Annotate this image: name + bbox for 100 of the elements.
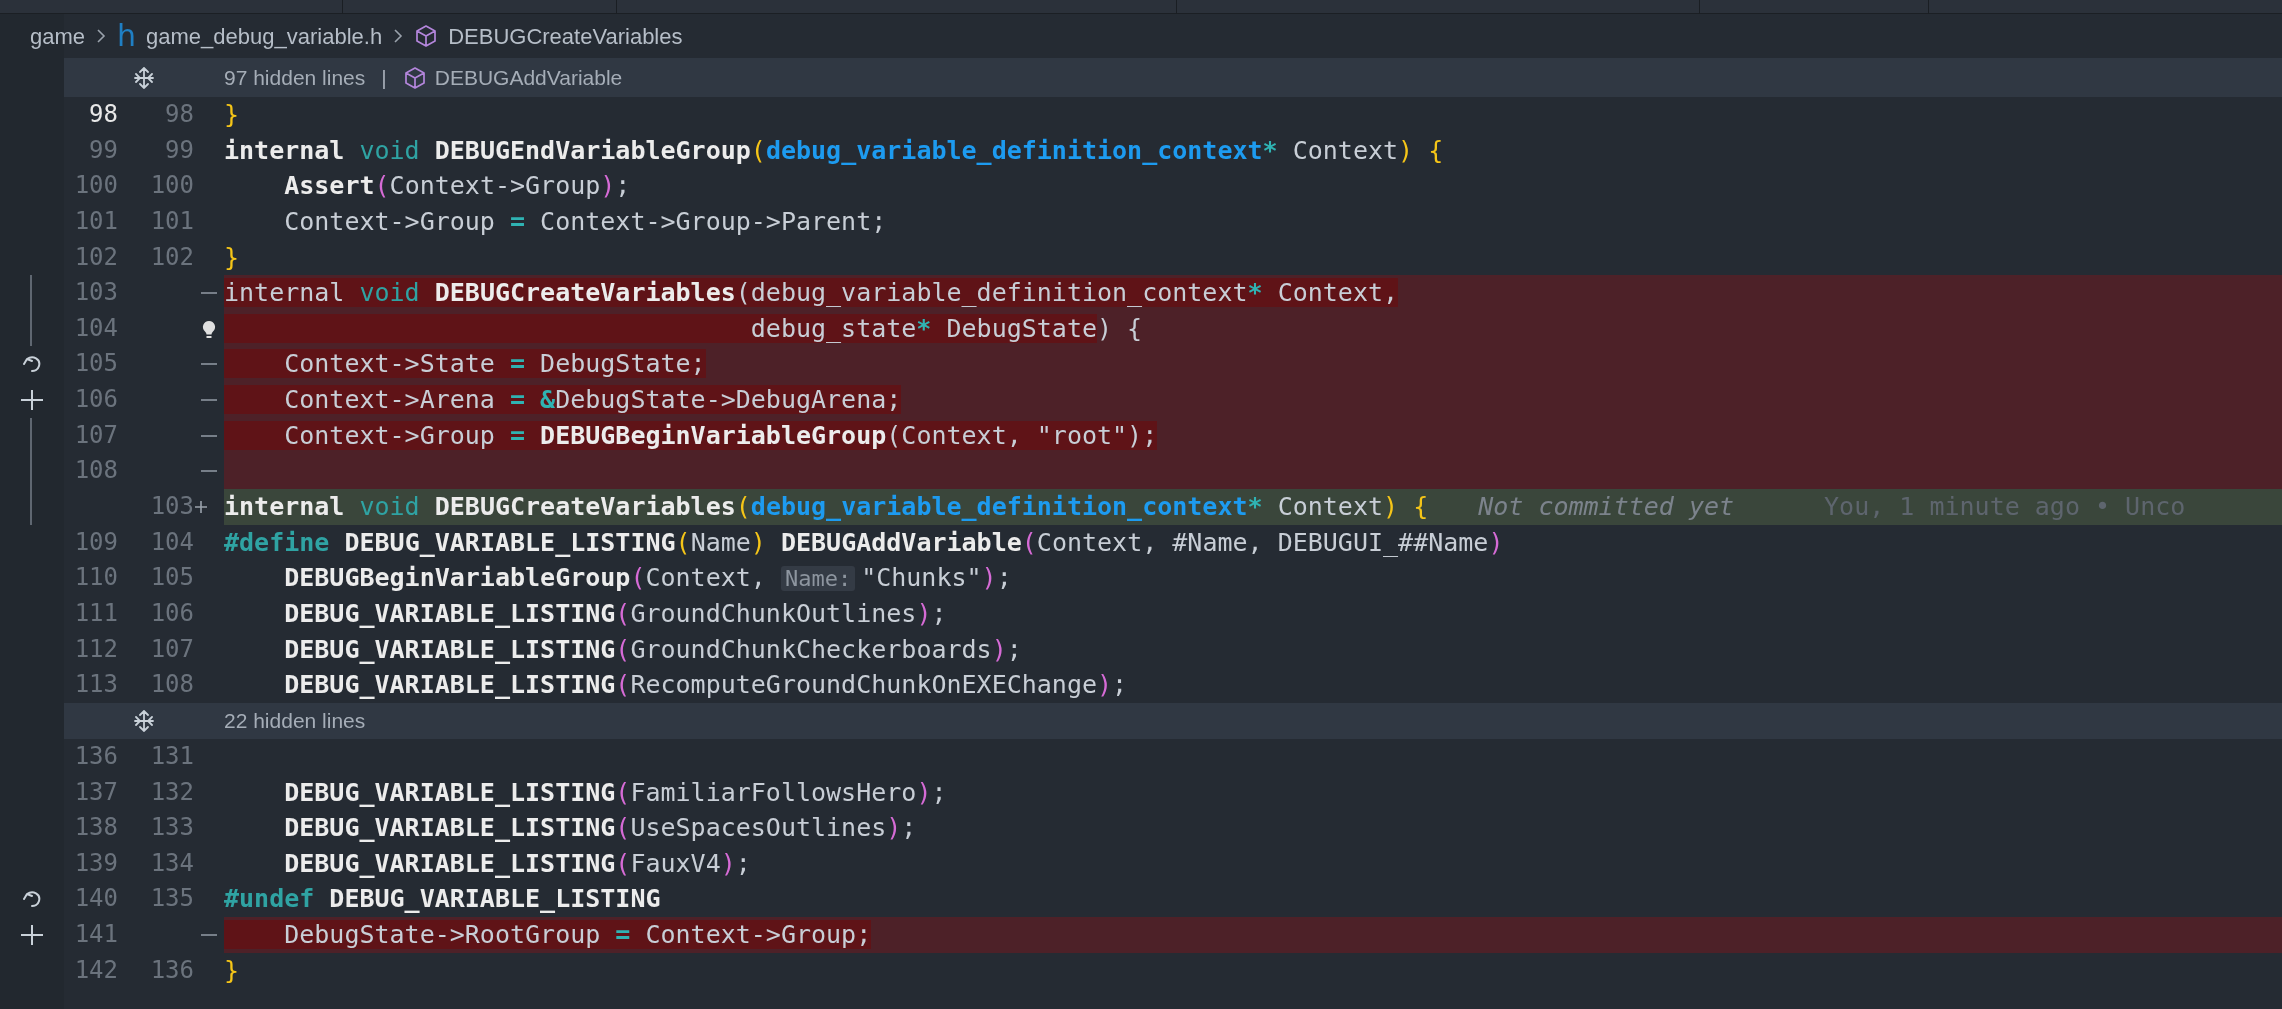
code-text: (debug_variable_definition_context [735,278,1248,308]
code-text: ; [615,171,631,201]
code-text: DebugState; [525,349,706,379]
code-text: ; [901,813,917,843]
operator: * [916,313,932,343]
line-number: 106 [149,597,194,629]
line-number: 135 [149,883,194,915]
minus-icon [200,397,218,402]
code-text: DebugState->DebugArena; [555,385,902,415]
line-number: 105 [149,562,194,594]
hidden-lines-link[interactable]: 97 hidden lines [224,61,366,94]
keyword: void [359,492,421,522]
function-name: DEBUG_VARIABLE_LISTING [283,848,616,878]
plus-icon[interactable] [20,923,44,946]
line-number: 100 [73,170,118,202]
code-text: internal [224,278,360,308]
bracket: { [1427,135,1444,165]
line-number: 111 [73,597,118,629]
function-name: Assert [283,171,375,201]
line-number: 98 [164,99,194,130]
line-number: 108 [73,455,118,487]
minus-icon [200,433,218,438]
breadcrumb-item[interactable]: game_debug_variable.h [146,19,383,53]
bracket: ( [675,527,691,557]
bracket: ) [916,777,932,807]
line-number: 141 [73,919,118,951]
minus-icon [200,362,218,367]
line-number: 104 [73,312,118,344]
function-name: DEBUG_VARIABLE_LISTING [283,598,616,628]
line-number: 140 [73,883,118,915]
line-number: 136 [73,740,118,772]
blame-annotation: Not committed yet [1478,492,1735,522]
code-text: DebugState [931,313,1097,343]
cube-icon [402,65,427,90]
keyword: void [359,278,435,308]
code-text: Context->Group; [630,920,872,950]
plus-icon[interactable] [20,388,44,411]
line-number: 99 [88,134,118,166]
code-text: ; [931,777,947,807]
line-number: 137 [73,776,118,808]
code-text: FauxV4 [630,848,721,878]
code-text: ; [996,563,1012,593]
function-name: DEBUG_VARIABLE_LISTING [283,777,616,807]
bracket: ) [1488,527,1504,557]
cube-icon [414,24,439,48]
type-name: debug_variable_definition_context [750,492,1248,522]
inlay-hint: Name: [780,566,856,592]
breadcrumb-item[interactable]: game [30,19,86,53]
bracket: ( [630,563,646,593]
revert-icon[interactable] [21,355,43,374]
minus-icon [200,932,218,937]
bracket: ) [750,527,766,557]
revert-icon[interactable] [21,890,43,909]
bracket: ) [991,634,1007,664]
line-number: 108 [149,669,194,701]
code-text: Context [1291,135,1399,165]
line-number: 105 [73,348,118,380]
code-text: ; [1112,670,1128,700]
code-text: Context->Group [224,420,510,450]
operator: = [615,920,631,950]
code-text: Context, #Name, DEBUGUI_##Name [1036,527,1489,557]
line-number: 134 [149,847,194,879]
bracket: ( [735,492,751,522]
directive: #undef [224,884,316,914]
operator: = & [510,385,556,415]
lightbulb-icon[interactable] [200,318,218,339]
code-text: Context [1276,492,1383,522]
line-number: 139 [73,847,118,879]
line-number: 138 [73,812,118,844]
code-text: ; [1006,634,1022,664]
bracket: ( [1021,527,1037,557]
function-name: DEBUGCreateVariables [434,278,736,308]
line-number: 101 [73,205,118,237]
line-number: 131 [149,740,194,772]
code-text: "Chunks" [861,563,982,593]
line-number: 107 [73,419,118,451]
bracket: ) [720,848,736,878]
line-number: 101 [149,205,194,237]
operator: * [1247,492,1263,522]
type-name: debug_variable_definition_context [765,135,1263,165]
function-name: DEBUG_VARIABLE_LISTING [329,884,661,914]
code-text: ; [931,598,947,628]
hidden-lines-link[interactable]: 22 hidden lines [224,705,366,737]
code-text: GroundChunkCheckerboards [630,634,992,664]
symbol-name[interactable]: DEBUGAddVariable [434,61,623,94]
operator: * [1262,135,1278,165]
minus-icon [200,291,218,295]
plus-icon [194,499,208,514]
line-number: 110 [73,562,118,594]
line-number: 102 [149,241,194,273]
bracket: ( [615,598,631,628]
code-text: UseSpacesOutlines [630,813,887,843]
bracket: ( [615,670,631,700]
bracket: ) [1097,670,1113,700]
line-number: 103 [149,491,194,523]
line-number: 142 [73,954,118,986]
breadcrumb-item[interactable]: DEBUGCreateVariables [448,19,683,53]
function-name: DEBUG_VARIABLE_LISTING [283,634,616,664]
function-name: DEBUGAddVariable [779,527,1022,557]
function-name: DEBUGBeginVariableGroup [283,563,631,593]
